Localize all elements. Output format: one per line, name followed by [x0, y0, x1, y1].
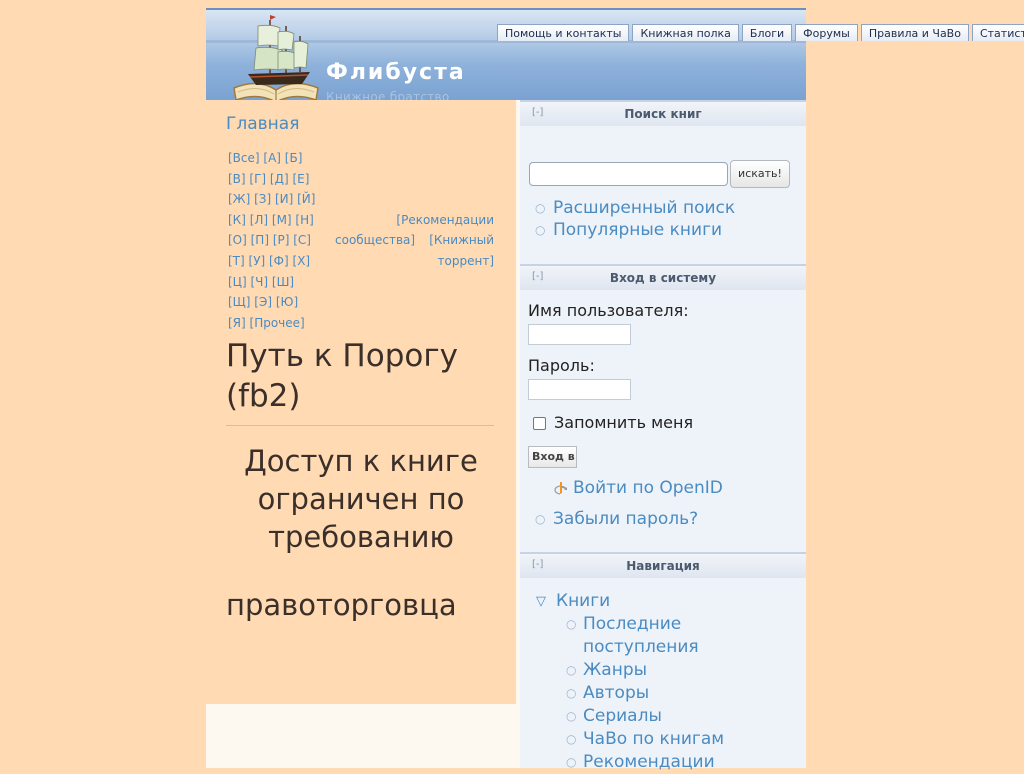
title-divider [226, 425, 494, 426]
nav-series-link[interactable]: Сериалы [583, 705, 766, 728]
nav-item: ○ ЧаВо по книгам [566, 728, 766, 751]
remember-me-label[interactable]: Запомнить меня [554, 413, 693, 432]
nav-item: ○ Последние поступления [566, 613, 766, 659]
tab-forums[interactable]: Форумы [795, 24, 858, 41]
advanced-search-link[interactable]: Расширенный поиск [553, 197, 735, 219]
search-button[interactable]: искать! [730, 160, 790, 188]
ship-book-logo-icon[interactable] [228, 12, 324, 104]
circle-bullet-icon: ○ [566, 755, 577, 769]
nav-books-faq-link[interactable]: ЧаВо по книгам [583, 728, 766, 751]
alphabet-links[interactable]: [К] [Л] [М] [Н] [228, 213, 314, 227]
login-block-header: [-] Вход в систему [520, 264, 806, 290]
alphabet-links[interactable]: [Все] [А] [Б] [228, 151, 302, 165]
circle-bullet-icon: ○ [566, 686, 577, 700]
alphabet-row: [Щ] [Э] [Ю] [228, 292, 494, 313]
alphabet-links[interactable]: [Я] [Прочее] [228, 316, 305, 330]
circle-bullet-icon: ○ [535, 512, 546, 526]
alphabet-links[interactable]: [Т] [У] [Ф] [Х] [228, 254, 310, 268]
nav-item: ○ Авторы [566, 682, 766, 705]
alphabet-row: [Все] [А] [Б] [228, 148, 494, 169]
nav-item: ○ Жанры [566, 659, 766, 682]
alphabet-row: [Я] [Прочее] [228, 313, 494, 334]
community-recommendations-link-cont[interactable]: сообщества] [335, 230, 415, 251]
nav-recommendations-link[interactable]: Рекомендации [583, 751, 766, 774]
book-torrent-link[interactable]: [Книжный [429, 230, 494, 251]
circle-bullet-icon: ○ [566, 709, 577, 723]
circle-bullet-icon: ○ [535, 201, 546, 215]
openid-icon [554, 482, 567, 495]
alphabet-row: [Ц] [Ч] [Ш] [228, 272, 494, 293]
alphabet-row: [К] [Л] [М] [Н] [Рекомендации [228, 210, 494, 231]
expanded-triangle-icon[interactable]: ▽ [536, 590, 546, 613]
circle-bullet-icon: ○ [566, 617, 577, 631]
tab-statistics[interactable]: Статистика [971, 24, 1024, 41]
circle-bullet-icon: ○ [566, 663, 577, 677]
access-restricted-message: Доступ к книге ограничен по требованию [244, 444, 478, 554]
popular-books-link[interactable]: Популярные книги [553, 219, 722, 241]
username-label: Имя пользователя: [528, 301, 689, 320]
password-label: Пароль: [528, 356, 595, 375]
circle-bullet-icon: ○ [535, 223, 546, 237]
nav-books-link[interactable]: Книги [556, 590, 610, 613]
alphabet-index: [Все] [А] [Б] [В] [Г] [Д] [Е] [Ж] [З] [И… [228, 148, 494, 333]
main-content: Главная [Все] [А] [Б] [В] [Г] [Д] [Е] [Ж… [206, 100, 516, 704]
tab-help-contacts[interactable]: Помощь и контакты [497, 24, 630, 41]
book-title: Путь к Порогу (fb2) [226, 338, 458, 414]
openid-login-link[interactable]: Войти по OpenID [573, 478, 723, 498]
search-block-header: [-] Поиск книг [520, 100, 806, 126]
search-input[interactable] [529, 162, 728, 186]
forgot-password-link[interactable]: Забыли пароль? [553, 508, 698, 530]
nav-item: ○ Сериалы [566, 705, 766, 728]
tab-rules-faq[interactable]: Правила и ЧаВо [860, 24, 969, 41]
block-title: Поиск книг [624, 107, 702, 121]
nav-genres-link[interactable]: Жанры [583, 659, 766, 682]
access-restricted-message-cont: правоторговца [226, 588, 457, 622]
alphabet-row: [В] [Г] [Д] [Е] [228, 169, 494, 190]
block-title: Вход в систему [609, 271, 717, 285]
navigation-submenu: ○ Последние поступления ○ Жанры ○ Авторы… [566, 613, 766, 774]
site-name[interactable]: Флибуста [326, 60, 466, 85]
nav-authors-link[interactable]: Авторы [583, 682, 766, 705]
alphabet-row: [О] [П] [Р] [С] сообщества] [Книжный [228, 230, 494, 251]
remember-me-checkbox[interactable] [533, 417, 546, 430]
alphabet-row: [Т] [У] [Ф] [Х] торрент] [228, 251, 494, 272]
username-field[interactable] [528, 324, 631, 345]
breadcrumb-home-link[interactable]: Главная [226, 114, 299, 134]
alphabet-links[interactable]: [В] [Г] [Д] [Е] [228, 172, 309, 186]
nav-latest-link[interactable]: Последние поступления [583, 613, 766, 659]
alphabet-links[interactable]: [Щ] [Э] [Ю] [228, 295, 298, 309]
community-recommendations-link[interactable]: [Рекомендации [396, 210, 494, 231]
alphabet-links[interactable]: [Ц] [Ч] [Ш] [228, 275, 294, 289]
alphabet-row: [Ж] [З] [И] [Й] [228, 189, 494, 210]
book-torrent-link-cont[interactable]: торрент] [438, 251, 494, 272]
sidebar: [-] Поиск книг искать! ○ Расширенный пои… [520, 100, 806, 772]
password-field[interactable] [528, 379, 631, 400]
block-title: Навигация [626, 559, 700, 573]
login-button[interactable]: Вход в систему [528, 446, 577, 468]
nav-item: ○ Рекомендации [566, 751, 766, 774]
primary-tabs: Помощь и контакты Книжная полка Блоги Фо… [497, 24, 1024, 42]
navigation-block-header: [-] Навигация [520, 552, 806, 578]
tab-bookshelf[interactable]: Книжная полка [632, 24, 739, 41]
alphabet-links[interactable]: [Ж] [З] [И] [Й] [228, 192, 315, 206]
circle-bullet-icon: ○ [566, 732, 577, 746]
alphabet-links[interactable]: [О] [П] [Р] [С] [228, 233, 311, 247]
tab-blogs[interactable]: Блоги [741, 24, 793, 41]
